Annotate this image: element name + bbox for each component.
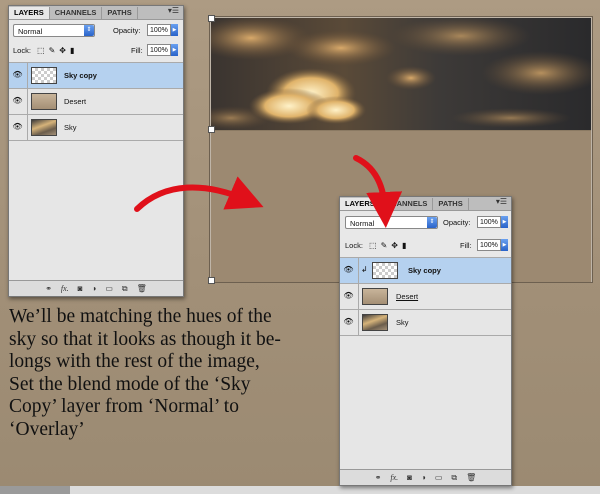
caption-line: Set the blend mode of the ‘Sky — [9, 373, 251, 395]
caption-line: sky so that it looks as though it be- — [9, 328, 281, 350]
caption-line: Copy’ layer from ‘Normal’ to — [9, 396, 239, 418]
caption-line: longs with the rest of the image, — [9, 351, 260, 373]
arrow-to-blend-mode — [353, 155, 403, 228]
caption-text: We’ll be matching the hues of the sky so… — [9, 306, 329, 442]
caption-line: ‘Overlay’ — [9, 418, 85, 440]
caption-line: We’ll be matching the hues of the — [9, 306, 272, 327]
arrow-to-canvas — [134, 176, 264, 212]
